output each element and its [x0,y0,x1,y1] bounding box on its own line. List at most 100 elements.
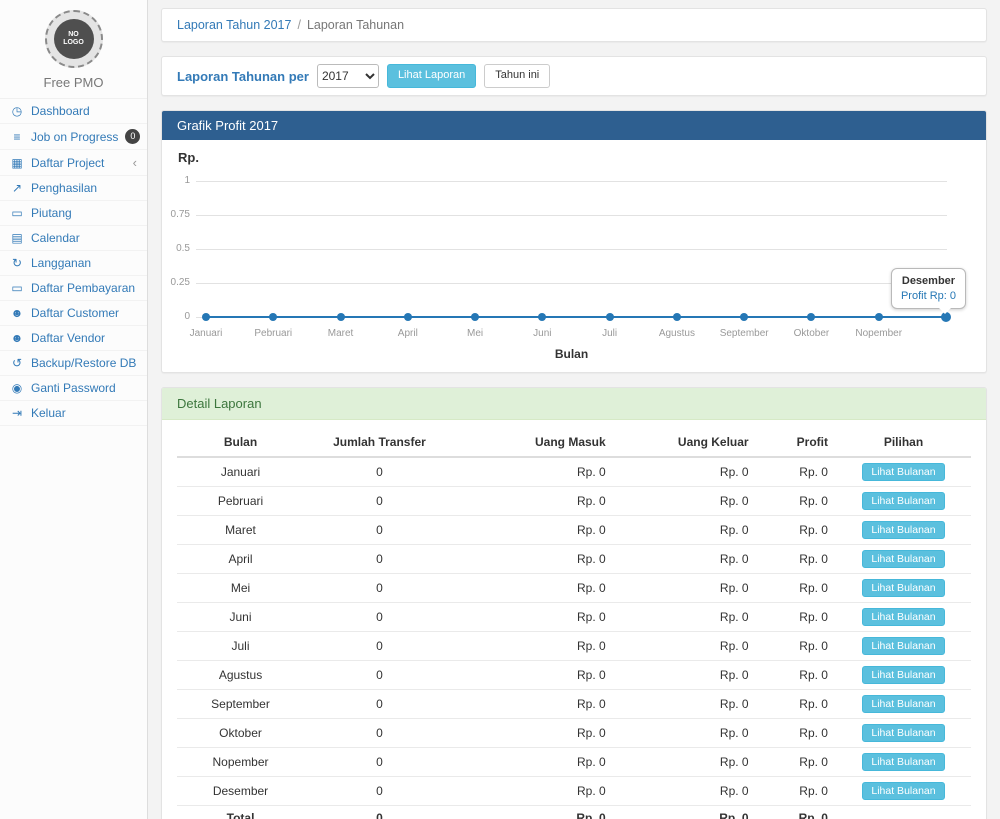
chart-point[interactable] [673,313,681,321]
chart-point[interactable] [337,313,345,321]
report-table-body: Januari0Rp. 0Rp. 0Rp. 0Lihat BulananPebr… [177,457,971,806]
lihat-bulanan-button[interactable]: Lihat Bulanan [862,550,944,568]
lihat-bulanan-button[interactable]: Lihat Bulanan [862,492,944,510]
sidebar-item-label: Langganan [31,256,91,270]
chart-point[interactable] [875,313,883,321]
chart-gridline [196,215,947,216]
cell-uang-masuk: Rp. 0 [455,574,614,603]
sidebar-item-label: Keluar [31,406,66,420]
sidebar: NO LOGO Free PMO ◷Dashboard≡Job on Progr… [0,0,148,819]
lihat-bulanan-button[interactable]: Lihat Bulanan [862,463,944,481]
lihat-bulanan-button[interactable]: Lihat Bulanan [862,724,944,742]
chart-tooltip: Desember Profit Rp: 0 [891,268,966,309]
chart-point[interactable] [471,313,479,321]
cell-jumlah-transfer: 0 [304,545,455,574]
lihat-laporan-button[interactable]: Lihat Laporan [387,64,476,87]
total-cell [836,806,971,819]
sidebar-item-daftar-project[interactable]: ▦Daftar Project‹ [0,150,147,176]
cell-bulan: Januari [177,457,304,487]
x-axis-tick-label: Pebruari [238,328,308,339]
chart-point[interactable] [606,313,614,321]
column-header: Profit [757,428,836,457]
sidebar-nav: ◷Dashboard≡Job on Progress0▦Daftar Proje… [0,99,147,426]
sidebar-item-backup-restore-db[interactable]: ↺Backup/Restore DB [0,351,147,376]
cell-jumlah-transfer: 0 [304,748,455,777]
x-axis-tick-label: Januari [171,328,241,339]
sidebar-item-daftar-vendor[interactable]: ☻Daftar Vendor [0,326,147,351]
x-axis-title: Bulan [196,347,947,361]
chart-point[interactable] [202,313,210,321]
cell-profit: Rp. 0 [757,487,836,516]
table-row: Nopember0Rp. 0Rp. 0Rp. 0Lihat Bulanan [177,748,971,777]
chart-point[interactable] [404,313,412,321]
report-table-head-row: BulanJumlah TransferUang MasukUang Kelua… [177,428,971,457]
sidebar-item-label: Daftar Vendor [31,331,105,345]
y-axis-unit-label: Rp. [178,150,199,165]
cell-bulan: Juli [177,632,304,661]
chart-point[interactable] [807,313,815,321]
logo-text: NO LOGO [61,31,87,48]
sidebar-item-job-on-progress[interactable]: ≡Job on Progress0 [0,124,147,150]
total-cell: 0 [304,806,455,819]
breadcrumb-link[interactable]: Laporan Tahun 2017 [177,18,291,32]
lihat-bulanan-button[interactable]: Lihat Bulanan [862,666,944,684]
x-axis-tick-label: Oktober [776,328,846,339]
sidebar-item-keluar[interactable]: ⇥ Keluar [0,401,147,426]
tooltip-title: Desember [901,275,956,287]
lihat-bulanan-button[interactable]: Lihat Bulanan [862,579,944,597]
sidebar-item-daftar-customer[interactable]: ☻Daftar Customer [0,301,147,326]
sign-out-icon: ⇥ [10,406,24,420]
cell-uang-keluar: Rp. 0 [614,603,757,632]
x-axis-tick-label: September [709,328,779,339]
lihat-bulanan-button[interactable]: Lihat Bulanan [862,637,944,655]
lihat-bulanan-button[interactable]: Lihat Bulanan [862,521,944,539]
line-chart-icon: ↗ [10,181,24,195]
cell-uang-masuk: Rp. 0 [455,487,614,516]
x-axis-tick-label: Maret [306,328,376,339]
cell-uang-keluar: Rp. 0 [614,690,757,719]
lihat-bulanan-button[interactable]: Lihat Bulanan [862,753,944,771]
cell-jumlah-transfer: 0 [304,457,455,487]
tahun-ini-button[interactable]: Tahun ini [484,64,550,87]
dashboard-icon: ◷ [10,104,24,118]
chart-point[interactable] [538,313,546,321]
year-select[interactable]: 2017 [317,64,379,88]
chart-point[interactable] [269,313,277,321]
logo-badge: NO LOGO [45,10,103,68]
lihat-bulanan-button[interactable]: Lihat Bulanan [862,608,944,626]
chart-point[interactable] [740,313,748,321]
sidebar-item-dashboard[interactable]: ◷Dashboard [0,99,147,124]
cell-uang-masuk: Rp. 0 [455,603,614,632]
cell-bulan: Agustus [177,661,304,690]
sidebar-item-daftar-pembayaran[interactable]: ▭Daftar Pembayaran [0,276,147,301]
y-axis-tick-label: 0.25 [162,277,190,288]
cell-pilihan: Lihat Bulanan [836,603,971,632]
cell-jumlah-transfer: 0 [304,632,455,661]
detail-panel: Detail Laporan BulanJumlah TransferUang … [161,387,987,819]
logo-area: NO LOGO Free PMO [0,0,147,99]
table-row: Agustus0Rp. 0Rp. 0Rp. 0Lihat Bulanan [177,661,971,690]
table-row: April0Rp. 0Rp. 0Rp. 0Lihat Bulanan [177,545,971,574]
cell-jumlah-transfer: 0 [304,719,455,748]
cell-bulan: September [177,690,304,719]
cell-uang-masuk: Rp. 0 [455,719,614,748]
sidebar-item-ganti-password[interactable]: ◉Ganti Password [0,376,147,401]
cell-pilihan: Lihat Bulanan [836,748,971,777]
lihat-bulanan-button[interactable]: Lihat Bulanan [862,695,944,713]
cell-uang-masuk: Rp. 0 [455,661,614,690]
cell-uang-masuk: Rp. 0 [455,516,614,545]
sidebar-item-piutang[interactable]: ▭Piutang [0,201,147,226]
total-cell: Rp. 0 [455,806,614,819]
cell-profit: Rp. 0 [757,719,836,748]
sidebar-item-penghasilan[interactable]: ↗Penghasilan [0,176,147,201]
cell-uang-masuk: Rp. 0 [455,632,614,661]
chart-plot: Rp. Bulan Desember Profit Rp: 0 00.250.5… [162,140,986,372]
cell-profit: Rp. 0 [757,777,836,806]
cell-pilihan: Lihat Bulanan [836,516,971,545]
sidebar-item-langganan[interactable]: ↻Langganan [0,251,147,276]
lihat-bulanan-button[interactable]: Lihat Bulanan [862,782,944,800]
y-axis-tick-label: 1 [162,175,190,186]
cell-uang-keluar: Rp. 0 [614,777,757,806]
cell-uang-masuk: Rp. 0 [455,777,614,806]
sidebar-item-calendar[interactable]: ▤Calendar [0,226,147,251]
